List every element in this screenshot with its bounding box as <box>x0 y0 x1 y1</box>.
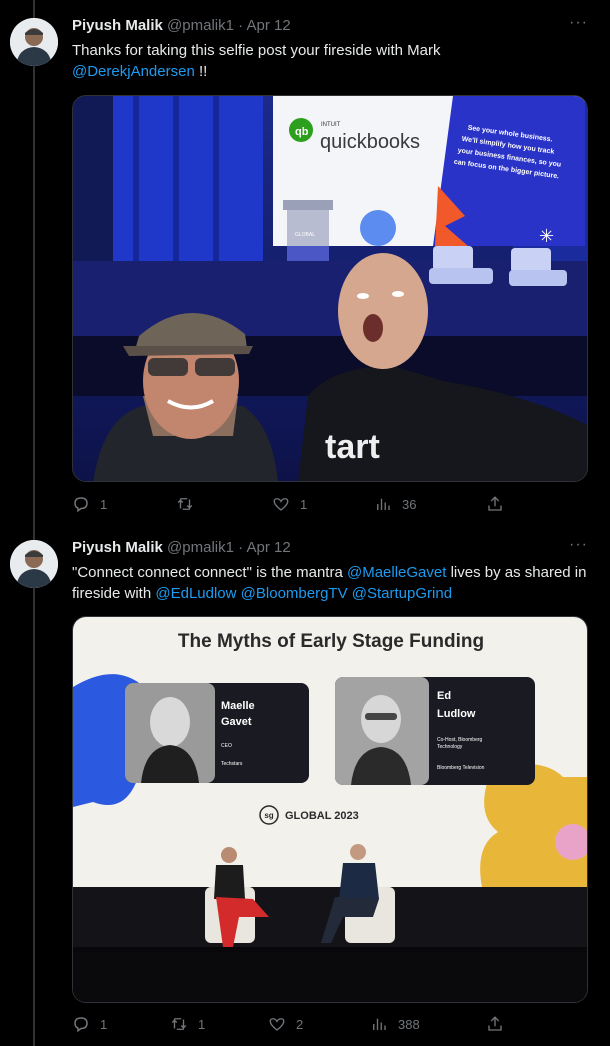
slide-title: The Myths of Early Stage Funding <box>178 631 484 652</box>
tweet[interactable]: Piyush Malik @pmalik1 · Apr 12 ··· Thank… <box>0 0 610 532</box>
event-name: GLOBAL 2023 <box>285 810 359 822</box>
avatar[interactable] <box>10 18 58 66</box>
separator-dot: · <box>238 539 244 556</box>
mention-link[interactable]: @MaelleGavet <box>347 564 446 581</box>
tweet-header: Piyush Malik @pmalik1 · Apr 12 <box>72 17 291 34</box>
tweet-header: Piyush Malik @pmalik1 · Apr 12 <box>72 539 291 556</box>
quickbooks-logo: quickbooks <box>320 131 420 153</box>
speaker2-org: Bloomberg Television <box>437 765 485 771</box>
author-name[interactable]: Piyush Malik <box>72 17 163 34</box>
share-button[interactable] <box>486 495 504 513</box>
mention-link[interactable]: @StartupGrind <box>352 585 452 602</box>
retweet-icon <box>171 1018 187 1030</box>
retweet-button[interactable] <box>176 495 204 513</box>
retweet-count: 1 <box>198 1016 206 1032</box>
speaker2-first-name: Ed <box>437 690 451 702</box>
like-button[interactable]: 2 <box>268 1015 303 1033</box>
shirt-text: tart <box>325 428 380 466</box>
reply-icon <box>74 497 88 513</box>
speaker1-last-name: Gavet <box>221 716 252 728</box>
author-handle[interactable]: @pmalik1 <box>167 539 234 556</box>
views-chart-icon <box>377 498 390 510</box>
speaker1-role: CEO <box>221 743 232 749</box>
podium-label: GLOBAL <box>295 232 315 238</box>
reply-button[interactable]: 1 <box>72 1015 107 1033</box>
speaker1-org: Techstars <box>221 761 243 767</box>
svg-text:✳: ✳ <box>539 226 554 247</box>
ellipsis-icon[interactable]: ··· <box>569 536 588 554</box>
text-segment: Thanks for taking this selfie post your … <box>72 42 441 59</box>
heart-icon <box>269 1018 285 1031</box>
tweet-photo[interactable]: The Myths of Early Stage Funding Maelle … <box>72 616 588 1003</box>
reply-count: 1 <box>100 496 108 512</box>
reply-count: 1 <box>100 1016 108 1032</box>
tweet-actions: 1 1 2 388 <box>72 1015 588 1037</box>
event-badge: sg <box>264 811 273 820</box>
tweet-date[interactable]: Apr 12 <box>246 539 290 556</box>
speaker2-last-name: Ludlow <box>437 708 476 720</box>
reply-button[interactable]: 1 <box>72 495 107 513</box>
share-icon <box>488 496 502 511</box>
separator-dot: · <box>238 17 244 34</box>
retweet-icon <box>177 498 193 510</box>
text-segment: "Connect connect connect" is the mantra <box>72 564 347 581</box>
intuit-label: INTUIT <box>321 122 341 128</box>
speaker2-role: Co-Host, Bloomberg <box>437 737 483 743</box>
mention-link[interactable]: @BloombergTV <box>241 585 348 602</box>
presentation-screen: The Myths of Early Stage Funding Maelle … <box>73 617 587 892</box>
ellipsis-icon[interactable]: ··· <box>569 14 588 32</box>
mention-link[interactable]: @EdLudlow <box>155 585 236 602</box>
svg-text:qb: qb <box>295 126 309 138</box>
author-handle[interactable]: @pmalik1 <box>167 17 234 34</box>
speaker2-role: Technology <box>437 744 463 750</box>
text-segment: !! <box>194 63 208 80</box>
view-count: 36 <box>402 496 417 512</box>
like-button[interactable]: 1 <box>272 495 307 513</box>
avatar[interactable] <box>10 540 58 588</box>
tweet[interactable]: Piyush Malik @pmalik1 · Apr 12 ··· "Conn… <box>0 532 610 1046</box>
tweet-text: Thanks for taking this selfie post your … <box>72 40 592 82</box>
retweet-button[interactable]: 1 <box>170 1015 205 1033</box>
views-button[interactable]: 36 <box>374 495 416 513</box>
views-chart-icon <box>373 1018 386 1030</box>
like-count: 2 <box>296 1016 304 1032</box>
like-count: 1 <box>300 496 308 512</box>
view-count: 388 <box>398 1016 420 1032</box>
speaker1-first-name: Maelle <box>221 700 255 712</box>
reply-icon <box>74 1017 88 1033</box>
author-name[interactable]: Piyush Malik <box>72 539 163 556</box>
views-button[interactable]: 388 <box>370 1015 420 1033</box>
tweet-date[interactable]: Apr 12 <box>246 17 290 34</box>
tweet-actions: 1 1 36 <box>72 495 588 517</box>
tweet-text: "Connect connect connect" is the mantra … <box>72 562 592 604</box>
tweet-photo[interactable]: qb INTUIT quickbooks See your whole busi… <box>72 95 588 482</box>
share-button[interactable] <box>486 1015 504 1033</box>
share-icon <box>488 1016 502 1031</box>
heart-icon <box>273 498 289 511</box>
mention-link[interactable]: @DerekjAndersen <box>72 63 195 80</box>
